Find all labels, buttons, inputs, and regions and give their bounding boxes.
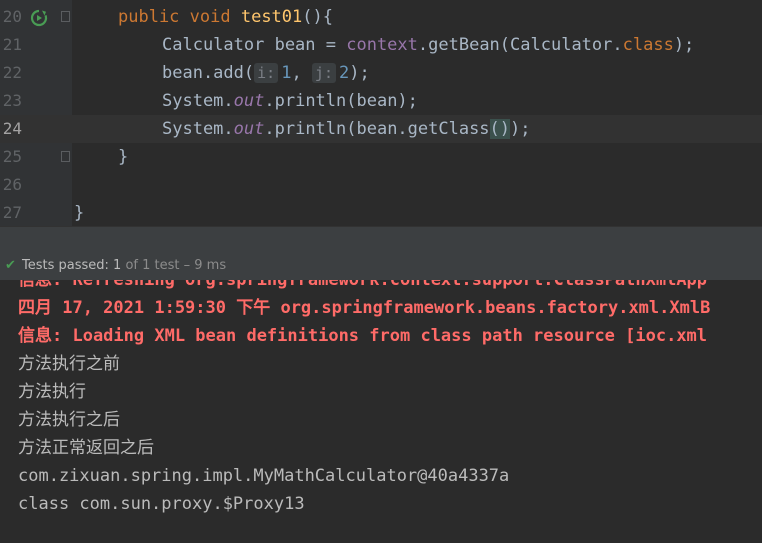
code-token: } [74,203,85,223]
code-token: } [118,147,129,167]
code-line[interactable]: 21 Calculator bean = context.getBean(Calc… [0,31,762,59]
line-number: 26 [2,175,22,194]
code-line[interactable]: 26 [0,171,762,199]
fold-icon[interactable] [61,11,70,22]
line-number: 25 [2,147,22,166]
console-line: 方法执行之后 [18,410,120,430]
code-token: (){ [302,7,333,27]
code-token: out [233,119,265,139]
code-token: class [622,35,674,55]
test-status-text: Tests passed: 1 of 1 test – 9 ms [22,252,226,280]
console-line: 信息: Refreshing org.springframework.conte… [18,280,708,290]
console-line: class com.sun.proxy.$Proxy13 [18,494,305,514]
code-token: ); [673,35,695,55]
status-detail: of 1 test – 9 ms [125,258,227,273]
code-line[interactable]: 20 public void test01(){ [0,3,762,31]
code-line[interactable]: 23 System.out.println(bean); [0,87,762,115]
code-token: .println(bean); [264,91,418,111]
console-line: 方法正常返回之后 [18,438,154,458]
status-label: Tests passed: [22,258,109,273]
code-token: 2 [338,63,350,83]
code-token: ); [510,119,531,139]
code-token: out [233,91,265,111]
run-test-icon[interactable] [30,8,48,27]
code-token: 1 [281,63,292,83]
parameter-hint: j: [311,63,336,83]
code-token: (Calculator. [499,35,623,55]
code-text: } [74,199,84,227]
code-token: ); [349,63,370,83]
code-token: bean.add( [162,63,255,83]
code-text: System.out.println(bean.getClass()); [162,115,531,143]
line-number: 23 [2,91,22,110]
console-line: com.zixuan.spring.impl.MyMathCalculator@… [18,466,510,486]
test-status-bar: ✔ Tests passed: 1 of 1 test – 9 ms [0,252,762,280]
code-token: getBean [428,35,500,55]
code-token: .println(bean.getClass [264,119,490,139]
code-token: System. [162,91,234,111]
code-line[interactable]: 22 bean.add(i: 1, j: 2); [0,59,762,87]
parameter-hint: i: [254,63,279,83]
code-line[interactable]: 27} [0,199,762,227]
code-text: public void test01(){ [118,3,333,31]
code-token: test01 [240,7,303,27]
code-text: Calculator bean = context.getBean(Calcul… [162,31,694,59]
fold-icon[interactable] [61,151,70,162]
line-number: 22 [2,63,22,82]
console-output[interactable]: 信息: Refreshing org.springframework.conte… [0,280,762,543]
code-text: } [118,143,128,171]
code-text: System.out.println(bean); [162,87,418,115]
code-token: void [189,7,241,27]
console-line: 方法执行之前 [18,354,120,374]
code-token: . [417,35,429,55]
code-editor[interactable]: 20 public void test01(){21 Calculator bean… [0,0,762,226]
console-line: 方法执行 [18,382,86,402]
code-text: bean.add(i: 1, j: 2); [162,59,370,87]
code-token: () [489,119,511,139]
status-passed-count: 1 [113,258,122,273]
code-token: System. [162,119,234,139]
check-icon: ✔ [5,258,16,273]
line-number: 27 [2,203,22,222]
line-number: 24 [2,119,22,138]
console-line: 信息: Loading XML bean definitions from cl… [18,326,708,346]
code-token: Calculator bean = [162,35,347,55]
line-number: 21 [2,35,22,54]
code-token: context [346,35,418,55]
code-line[interactable]: 25} [0,143,762,171]
code-token: , [291,63,312,83]
console-line: 四月 17, 2021 1:59:30 下午 org.springframewo… [18,298,711,318]
line-number: 20 [2,7,22,26]
code-line[interactable]: 24 System.out.println(bean.getClass()); [0,115,762,143]
panel-divider[interactable] [0,226,762,253]
code-token: public [118,7,190,27]
